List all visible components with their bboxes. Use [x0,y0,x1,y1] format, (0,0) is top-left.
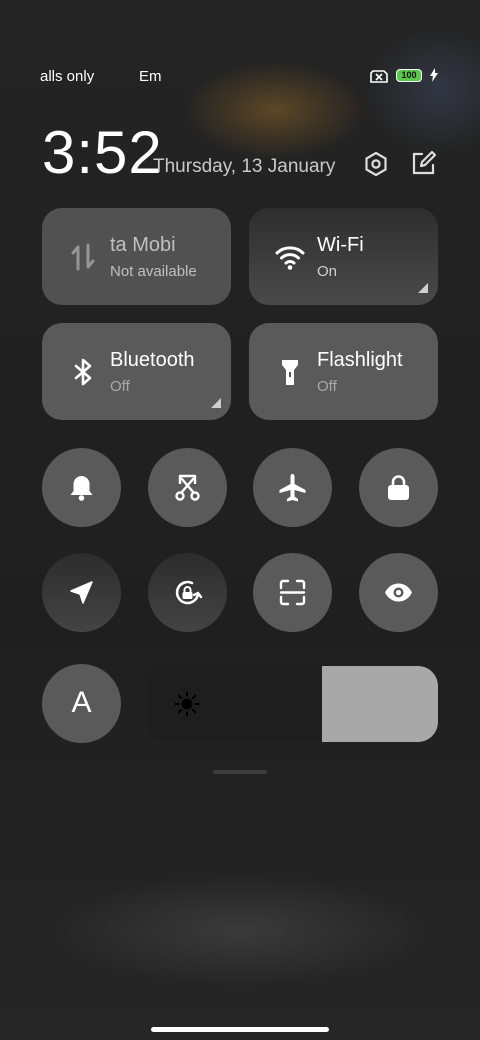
tile-mobile-data[interactable]: ta Mobi Not available [42,208,231,305]
charging-bolt-icon [430,68,438,82]
bell-icon [70,476,93,501]
auto-brightness-icon: A [71,686,92,719]
tile-bluetooth[interactable]: Bluetooth Off [42,323,231,420]
flashlight-icon [282,360,298,385]
settings-hexagon-icon[interactable] [362,150,390,178]
expand-corner-icon[interactable] [418,283,428,293]
tile-bluetooth-status: Off [110,378,130,395]
screenshot-cut-icon [175,474,200,501]
toggle-rotation-lock[interactable] [148,553,227,632]
tile-flashlight[interactable]: Flashlight Off [249,323,438,420]
home-indicator[interactable] [151,1027,329,1032]
tile-wifi-status: On [317,263,338,280]
toggle-lock-screen[interactable] [359,448,438,527]
toggle-mute[interactable] [42,448,121,527]
expand-corner-icon[interactable] [211,398,221,408]
toggle-auto-brightness[interactable]: A [42,664,121,743]
tile-wifi-label: Wi-Fi [317,234,364,256]
clock: 3:52 [42,119,163,186]
toggle-scanner[interactable] [253,553,332,632]
tile-flashlight-label: Flashlight [317,349,403,371]
battery-level: 100 [401,70,417,80]
location-icon [70,581,93,604]
sun-icon [174,691,200,717]
rotation-lock-icon [175,580,203,605]
scanner-icon [279,579,306,606]
toggle-airplane[interactable] [253,448,332,527]
wifi-icon [275,246,305,270]
airplane-icon [279,474,306,502]
status-carrier-text-2: Em [139,68,162,85]
tile-mobile-data-status: Not available [110,263,197,280]
brightness-slider-fill [321,666,438,742]
reading-mode-eye-icon [385,583,412,602]
tile-wifi[interactable]: Wi-Fi On [249,208,438,305]
drag-handle[interactable] [213,770,267,774]
tile-flashlight-status: Off [317,378,337,395]
status-bar: alls only Em 100 [0,66,480,88]
bluetooth-icon [74,358,92,386]
lock-icon [388,475,409,500]
toggle-location[interactable] [42,553,121,632]
status-carrier-text: alls only [40,68,95,85]
tile-bluetooth-label: Bluetooth [110,349,195,371]
brightness-slider[interactable] [147,666,438,742]
edit-icon[interactable] [409,150,437,178]
no-sim-icon [370,70,388,83]
tile-mobile-data-label: ta Mobi [110,234,176,256]
mobile-data-icon [71,243,95,271]
toggle-screenshot[interactable] [148,448,227,527]
date: Thursday, 13 January [153,156,336,177]
toggle-reading-mode[interactable] [359,553,438,632]
battery-icon: 100 [396,69,422,82]
